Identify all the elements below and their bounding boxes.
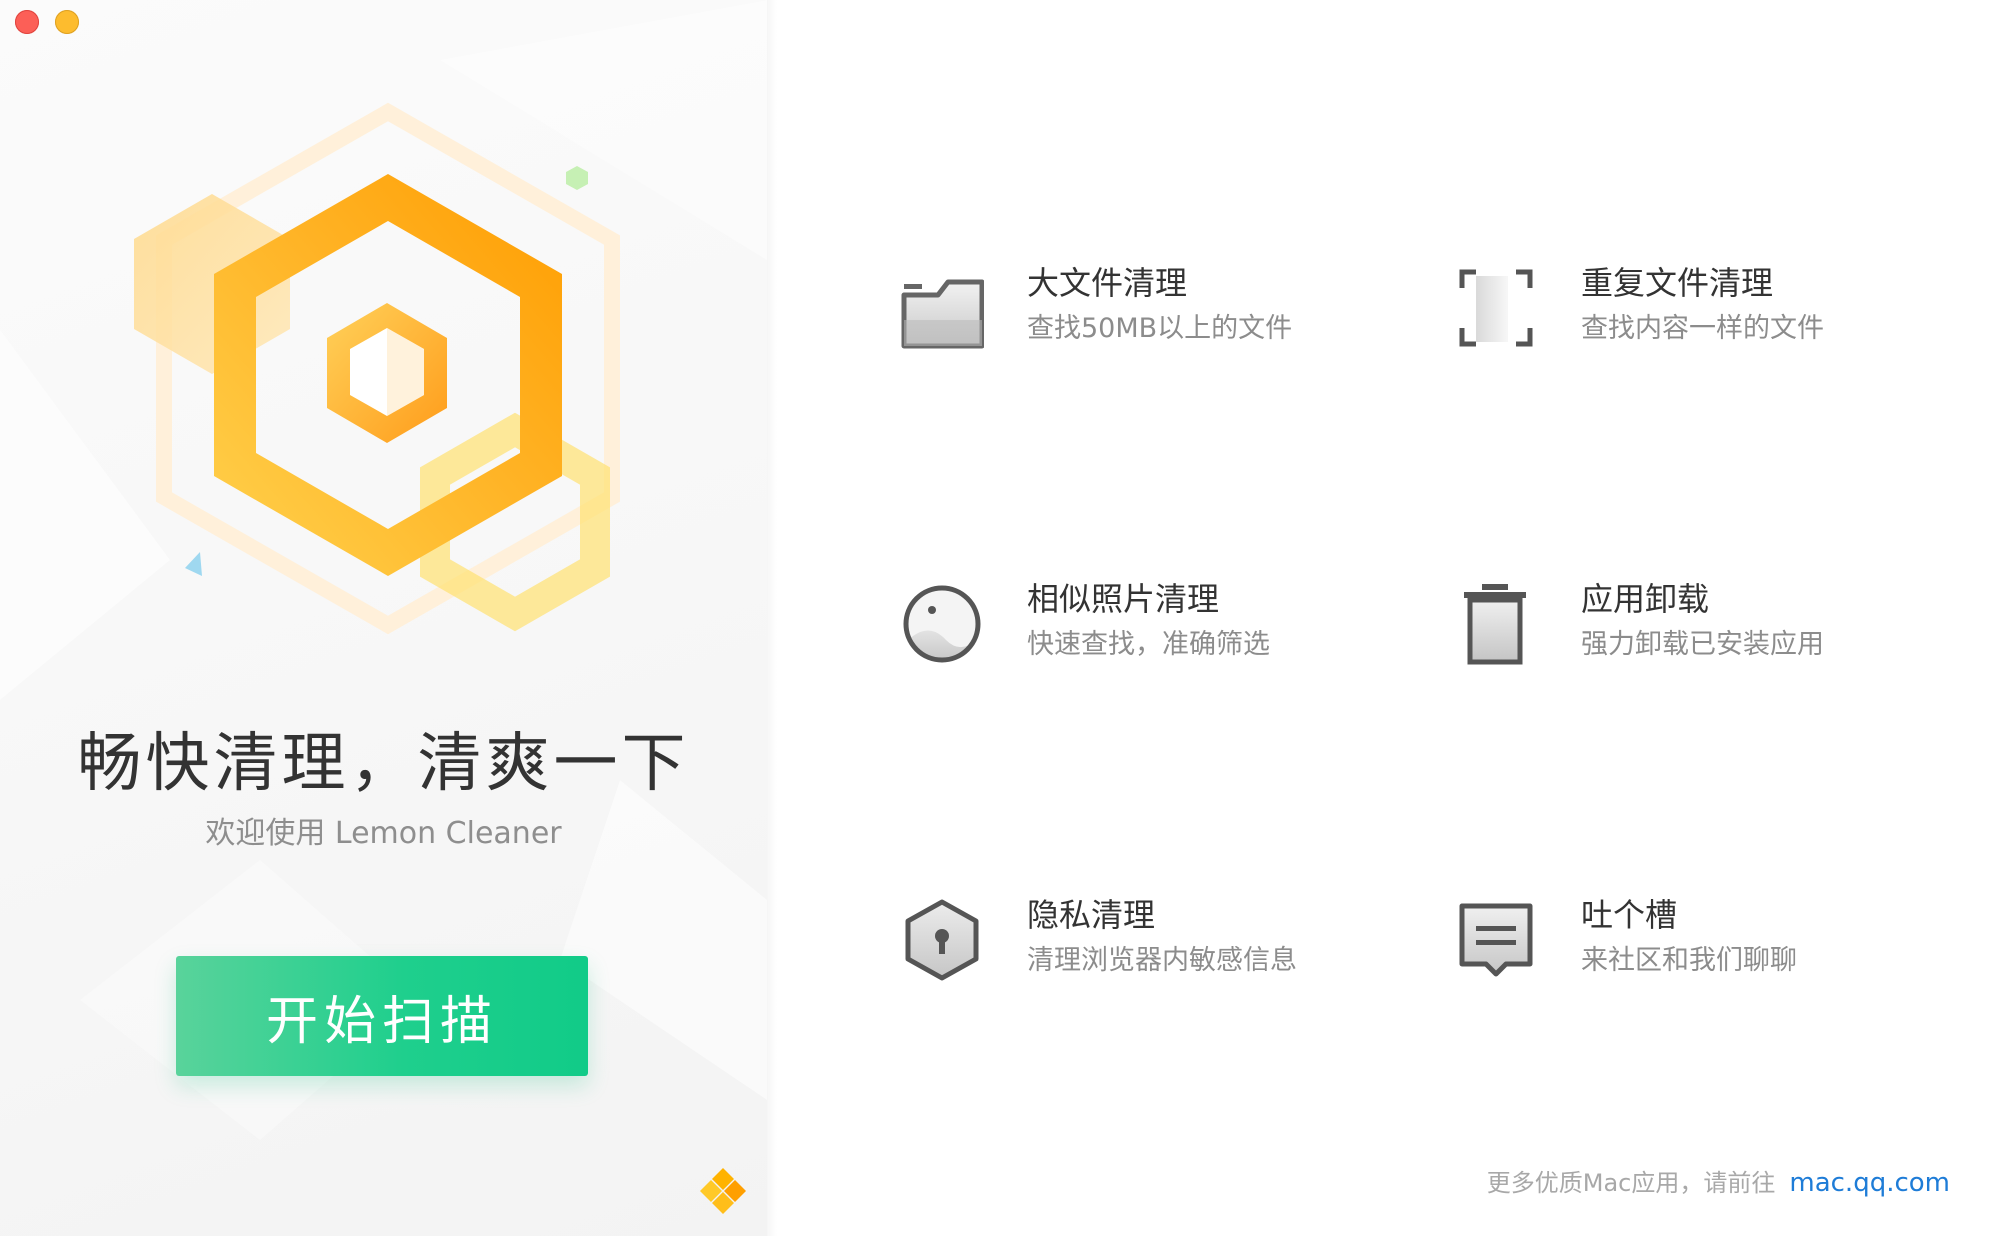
feature-duplicate-files[interactable]: 重复文件清理 查找内容一样的文件 [1454, 258, 1974, 368]
mac-qq-link[interactable]: mac.qq.com [1789, 1168, 1950, 1198]
duplicate-files-icon [1459, 269, 1533, 347]
feature-app-uninstall[interactable]: 应用卸载 强力卸载已安装应用 [1454, 574, 1974, 684]
footer-promo: 更多优质Mac应用，请前往 mac.qq.com [1487, 1163, 1950, 1198]
folder-icon [901, 279, 984, 349]
lemon-hexagon-logo [134, 102, 620, 635]
feature-feedback[interactable]: 吐个槽 来社区和我们聊聊 [1454, 890, 1974, 1000]
tencent-diamond-icon[interactable] [698, 1166, 748, 1216]
feature-description: 来社区和我们聊聊 [1581, 945, 1797, 976]
panel-divider [767, 0, 777, 1236]
window-close-button[interactable] [15, 10, 39, 34]
welcome-subheadline: 欢迎使用 Lemon Cleaner [205, 816, 562, 851]
privacy-lock-icon [905, 899, 979, 981]
trash-icon [1464, 584, 1526, 665]
feature-description: 查找50MB以上的文件 [1027, 313, 1293, 344]
feature-description: 快速查找，准确筛选 [1027, 629, 1270, 660]
feature-large-files[interactable]: 大文件清理 查找50MB以上的文件 [900, 258, 1420, 368]
feedback-icon [1459, 903, 1533, 977]
feature-title: 吐个槽 [1581, 896, 1678, 934]
feature-title: 大文件清理 [1027, 264, 1188, 302]
feature-description: 强力卸载已安装应用 [1581, 629, 1824, 660]
feature-title: 应用卸载 [1581, 580, 1710, 618]
feature-similar-photos[interactable]: 相似照片清理 快速查找，准确筛选 [900, 574, 1420, 684]
welcome-panel: 畅快清理，清爽一下 欢迎使用 Lemon Cleaner 开始扫描 [0, 0, 767, 1236]
feature-description: 查找内容一样的文件 [1581, 313, 1824, 344]
photo-icon [903, 585, 981, 663]
feature-title: 重复文件清理 [1581, 264, 1774, 302]
feature-description: 清理浏览器内敏感信息 [1027, 945, 1297, 976]
feature-title: 隐私清理 [1027, 896, 1156, 934]
feature-title: 相似照片清理 [1027, 580, 1220, 618]
feature-grid: 大文件清理 查找50MB以上的文件 重复文件清理 查找内容一样的文件 相似照片清… [777, 0, 2000, 1236]
app-window: 畅快清理，清爽一下 欢迎使用 Lemon Cleaner 开始扫描 大文件清理 … [0, 0, 2000, 1236]
footer-text: 更多优质Mac应用，请前往 [1486, 1169, 1776, 1197]
welcome-headline: 畅快清理，清爽一下 [77, 727, 690, 801]
feature-privacy-clean[interactable]: 隐私清理 清理浏览器内敏感信息 [900, 890, 1420, 1000]
start-scan-button[interactable]: 开始扫描 [176, 956, 588, 1076]
window-minimize-button[interactable] [55, 10, 79, 34]
